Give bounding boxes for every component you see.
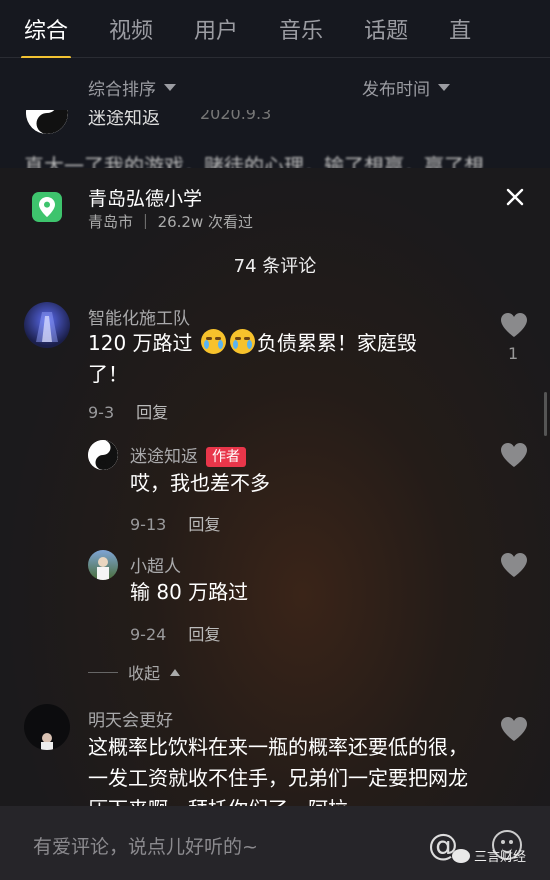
- comment-meta: 9-3 回复: [88, 399, 168, 423]
- comment-date: 9-3: [88, 403, 115, 422]
- caret-up-icon: [170, 668, 181, 676]
- sort-bar: 综合排序 发布时间: [0, 58, 550, 116]
- crying-emoji-icon: [200, 329, 226, 354]
- comment-text: 120 万路过 负债累累！家庭毁了！: [88, 328, 448, 390]
- tab-video[interactable]: 视频: [109, 13, 153, 45]
- location-name: 青岛弘德小学: [88, 188, 203, 210]
- reply-username[interactable]: 小超人: [130, 552, 181, 577]
- watermark-text: 三言财经: [474, 850, 527, 865]
- author-badge: 作者: [206, 447, 246, 467]
- location-subtitle: 青岛市 ｜ 26.2w 次看过: [88, 213, 253, 231]
- comment-count: 74 条评论: [233, 256, 317, 277]
- comment-sheet: 青岛弘德小学 青岛市 ｜ 26.2w 次看过 74 条评论 智能化施工队 120…: [0, 168, 550, 880]
- heart-icon[interactable]: [500, 442, 528, 468]
- collapse-replies-button[interactable]: 收起: [88, 660, 181, 684]
- avatar: [26, 110, 68, 134]
- close-icon[interactable]: [500, 182, 530, 212]
- reply-username-text[interactable]: 迷途知返: [130, 447, 198, 467]
- comment-input[interactable]: 有爱评论，说点儿好听的~: [33, 832, 258, 859]
- tab-comprehensive[interactable]: 综合: [20, 13, 72, 59]
- avatar[interactable]: [88, 440, 118, 470]
- avatar[interactable]: [24, 302, 70, 348]
- sort-order-dropdown[interactable]: 综合排序: [88, 75, 176, 100]
- heart-icon[interactable]: [500, 312, 528, 338]
- reply-text: 哎，我也差不多: [130, 471, 270, 495]
- tab-topics[interactable]: 话题: [364, 13, 408, 45]
- tab-music[interactable]: 音乐: [279, 13, 323, 45]
- reply-meta: 9-24 回复: [130, 621, 220, 645]
- reply-button[interactable]: 回复: [136, 403, 168, 422]
- comment-text-part: 120 万路过: [88, 331, 193, 355]
- reply-username: 迷途知返 作者: [130, 442, 246, 467]
- caret-down-icon: [164, 83, 176, 91]
- background-feed: 迷途知返 2020.9.3 真大一了我的游戏，赌徒的心理，输了想赢，赢了想: [0, 110, 550, 170]
- reply-date: 9-24: [130, 625, 167, 644]
- like-count: 1: [508, 344, 519, 363]
- heart-icon[interactable]: [500, 552, 528, 578]
- avatar[interactable]: [24, 704, 70, 750]
- divider: [88, 671, 118, 673]
- location-city: 青岛市: [88, 213, 134, 231]
- publish-time-dropdown[interactable]: 发布时间: [362, 75, 450, 100]
- background-date: 2020.9.3: [200, 110, 272, 123]
- location-header[interactable]: 青岛弘德小学 青岛市 ｜ 26.2w 次看过: [0, 168, 550, 238]
- background-text: 真大一了我的游戏，赌徒的心理，输了想赢，赢了想: [24, 154, 484, 170]
- tab-users[interactable]: 用户: [194, 13, 238, 45]
- sort-order-label: 综合排序: [88, 79, 156, 100]
- scrollbar[interactable]: [544, 392, 547, 436]
- comment-username[interactable]: 明天会更好: [88, 706, 173, 731]
- reply-meta: 9-13 回复: [130, 511, 220, 535]
- background-username: 迷途知返: [88, 110, 160, 129]
- location-pin-icon: [32, 192, 62, 222]
- search-tabs: 综合 视频 用户 音乐 话题 直: [0, 0, 550, 59]
- reply-button[interactable]: 回复: [188, 625, 220, 644]
- wechat-icon: [452, 848, 470, 863]
- comment-username[interactable]: 智能化施工队: [88, 304, 190, 329]
- collapse-label: 收起: [128, 664, 161, 683]
- location-views: 26.2w 次看过: [157, 213, 253, 231]
- tab-live[interactable]: 直: [449, 13, 471, 45]
- avatar[interactable]: [88, 550, 118, 580]
- crying-emoji-icon: [229, 329, 255, 354]
- watermark: 三言财经: [452, 846, 526, 865]
- publish-time-label: 发布时间: [362, 79, 430, 100]
- heart-icon[interactable]: [500, 716, 528, 742]
- reply-date: 9-13: [130, 515, 167, 534]
- comment-input-bar: 有爱评论，说点儿好听的~ @: [0, 806, 550, 880]
- reply-text: 输 80 万路过: [130, 580, 249, 604]
- reply-button[interactable]: 回复: [188, 515, 220, 534]
- caret-down-icon: [438, 83, 450, 91]
